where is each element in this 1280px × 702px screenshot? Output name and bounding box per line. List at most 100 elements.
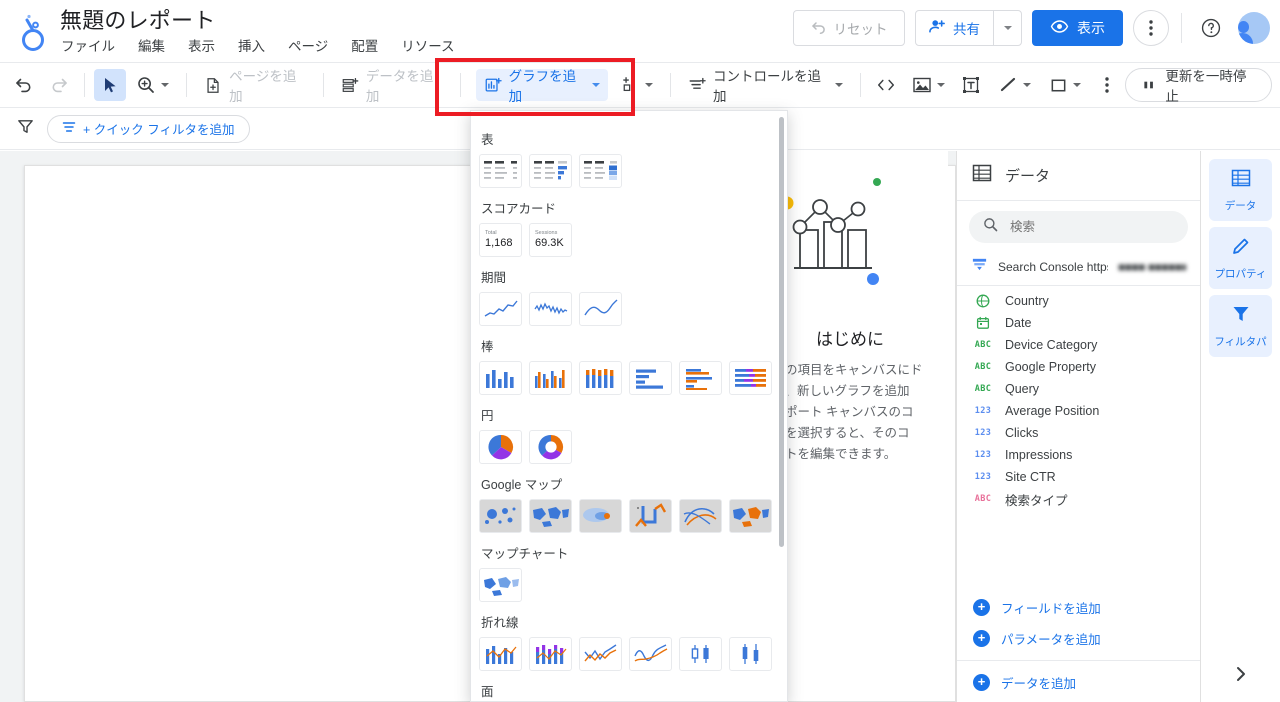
chart-tile-time-series-line[interactable]: [479, 292, 522, 326]
menu-item-page[interactable]: ページ: [287, 37, 329, 57]
chart-tile-candlestick-chart[interactable]: [679, 637, 722, 671]
chart-tile-bar-chart[interactable]: [629, 361, 672, 395]
share-dropdown-arrow[interactable]: [993, 11, 1021, 45]
chevron-down-icon: [1022, 83, 1031, 87]
field-item-date[interactable]: Date: [957, 312, 1200, 334]
add-parameter-button[interactable]: + パラメータを追加: [957, 623, 1200, 654]
chart-tile-time-series-smooth[interactable]: [579, 292, 622, 326]
field-item-google-property[interactable]: ABC Google Property: [957, 356, 1200, 378]
select-tool-button[interactable]: [93, 69, 127, 101]
toolbar-more-button[interactable]: [1091, 69, 1123, 101]
add-data-source-button[interactable]: + データを追加: [957, 667, 1200, 702]
chart-tile-polygon-map[interactable]: [729, 499, 772, 533]
menu-item-edit[interactable]: 編集: [137, 37, 166, 57]
add-page-button[interactable]: ページを追加: [196, 69, 314, 104]
chart-tile-table-with-bars[interactable]: [529, 154, 572, 188]
pause-updates-button[interactable]: 更新を一時停止: [1125, 68, 1272, 104]
chart-tile-path-map[interactable]: [629, 499, 672, 533]
rail-tab-label: プロパティ: [1214, 268, 1267, 280]
chart-tile-donut-chart[interactable]: [529, 430, 572, 464]
insert-text-button[interactable]: [955, 69, 987, 101]
chart-tile-column-chart[interactable]: [479, 361, 522, 395]
chevron-down-icon: [834, 83, 843, 87]
chart-tile-combo-chart[interactable]: [479, 637, 522, 671]
zoom-tool-button[interactable]: [128, 69, 177, 101]
add-control-button[interactable]: コントロールを追加: [680, 69, 851, 104]
chart-tile-stacked-column-chart[interactable]: [579, 361, 622, 395]
field-item-clicks[interactable]: 123 Clicks: [957, 422, 1200, 444]
toolbar-divider-3: [322, 73, 324, 97]
chart-tile-filled-map[interactable]: [529, 499, 572, 533]
chart-tile-stacked-combo-chart[interactable]: [529, 637, 572, 671]
share-button[interactable]: 共有: [916, 11, 993, 45]
add-quick-filter-chip[interactable]: + クイック フィルタを追加: [47, 114, 250, 143]
field-item-device-category[interactable]: ABC Device Category: [957, 334, 1200, 356]
more-options-button[interactable]: [1133, 10, 1169, 46]
chart-tile-scorecard-compact[interactable]: Sessions 69.3K: [529, 223, 572, 257]
rail-tab-filter[interactable]: フィルタパ: [1209, 295, 1272, 357]
chart-tile-line-chart[interactable]: [579, 637, 622, 671]
document-title[interactable]: 無題のレポート: [60, 6, 456, 36]
field-item-query[interactable]: ABC Query: [957, 378, 1200, 400]
chart-tile-grouped-bar-chart[interactable]: [679, 361, 722, 395]
menu-item-insert[interactable]: 挿入: [237, 37, 266, 57]
chevron-down-icon: [1003, 26, 1012, 30]
scorecard-metric-value: 69.3K: [535, 237, 564, 249]
field-item-site-ctr[interactable]: 123 Site CTR: [957, 466, 1200, 488]
eye-icon: [1050, 17, 1069, 39]
insert-line-button[interactable]: [990, 69, 1039, 101]
chart-tile-smoothed-line-chart[interactable]: [629, 637, 672, 671]
field-item-country[interactable]: Country: [957, 290, 1200, 312]
menu-item-file[interactable]: ファイル: [60, 37, 116, 57]
add-data-button[interactable]: データを追加: [333, 69, 451, 104]
rail-tab-properties[interactable]: プロパティ: [1209, 227, 1272, 289]
field-item-search-type[interactable]: ABC 検索タイプ: [957, 488, 1200, 510]
chart-tile-table-with-heatmap[interactable]: [579, 154, 622, 188]
chart-section-label-area: 面: [481, 685, 494, 699]
chart-section-label-table: 表: [481, 133, 494, 147]
chart-tile-stacked-bar-chart[interactable]: [729, 361, 772, 395]
toolbar-divider-6: [859, 73, 861, 97]
chart-section-label-map-chart: マップチャート: [481, 547, 569, 561]
collapse-panel-button[interactable]: [1234, 665, 1248, 688]
redo-button[interactable]: [42, 69, 74, 101]
embed-code-button[interactable]: [870, 69, 902, 101]
add-field-button[interactable]: + フィールドを追加: [957, 592, 1200, 623]
help-button[interactable]: [1194, 11, 1228, 45]
insert-shape-button[interactable]: [1041, 69, 1089, 101]
dropdown-scrollbar[interactable]: [779, 117, 784, 547]
chevron-down-icon: [645, 83, 654, 87]
avatar[interactable]: [1238, 12, 1270, 44]
chart-section-label-google-maps: Google マップ: [481, 478, 563, 492]
chart-tile-table-plain[interactable]: [479, 154, 522, 188]
insert-image-button[interactable]: [904, 69, 953, 101]
menu-item-resource[interactable]: リソース: [400, 37, 455, 57]
menu-item-view[interactable]: 表示: [187, 37, 216, 57]
data-source-row[interactable]: Search Console https:// ■■■■ ■■■■■■■: [957, 249, 1200, 286]
view-button[interactable]: 表示: [1032, 10, 1123, 46]
rail-tab-data[interactable]: データ: [1209, 159, 1272, 221]
chart-tile-pie-chart[interactable]: [479, 430, 522, 464]
chart-tile-bullet-chart[interactable]: [729, 637, 772, 671]
chart-tile-scorecard[interactable]: Total 1,168: [479, 223, 522, 257]
add-community-viz-button[interactable]: [614, 69, 661, 101]
share-button-group: 共有: [915, 10, 1022, 46]
chevron-down-icon: [937, 83, 946, 87]
add-chart-button[interactable]: グラフを追加: [475, 69, 609, 104]
chart-tile-time-series-sparkline[interactable]: [529, 292, 572, 326]
field-item-impressions[interactable]: 123 Impressions: [957, 444, 1200, 466]
add-chart-dropdown[interactable]: 表 スコアカード Total 1,168 Sessions 69.3K 期間 棒…: [470, 110, 788, 702]
search-input[interactable]: [1008, 219, 1174, 235]
field-item-average-position[interactable]: 123 Average Position: [957, 400, 1200, 422]
reset-button[interactable]: リセット: [793, 10, 905, 46]
image-icon: [913, 77, 931, 93]
chart-tile-grouped-column-chart[interactable]: [529, 361, 572, 395]
chart-section-pie: [479, 430, 787, 464]
data-search-box[interactable]: [969, 211, 1188, 243]
chart-tile-bubble-map[interactable]: [479, 499, 522, 533]
undo-button[interactable]: [8, 69, 40, 101]
chart-tile-line-map[interactable]: [679, 499, 722, 533]
chart-tile-geo-chart[interactable]: [479, 568, 522, 602]
menu-item-arrange[interactable]: 配置: [350, 37, 379, 57]
chart-tile-heatmap-map[interactable]: [579, 499, 622, 533]
